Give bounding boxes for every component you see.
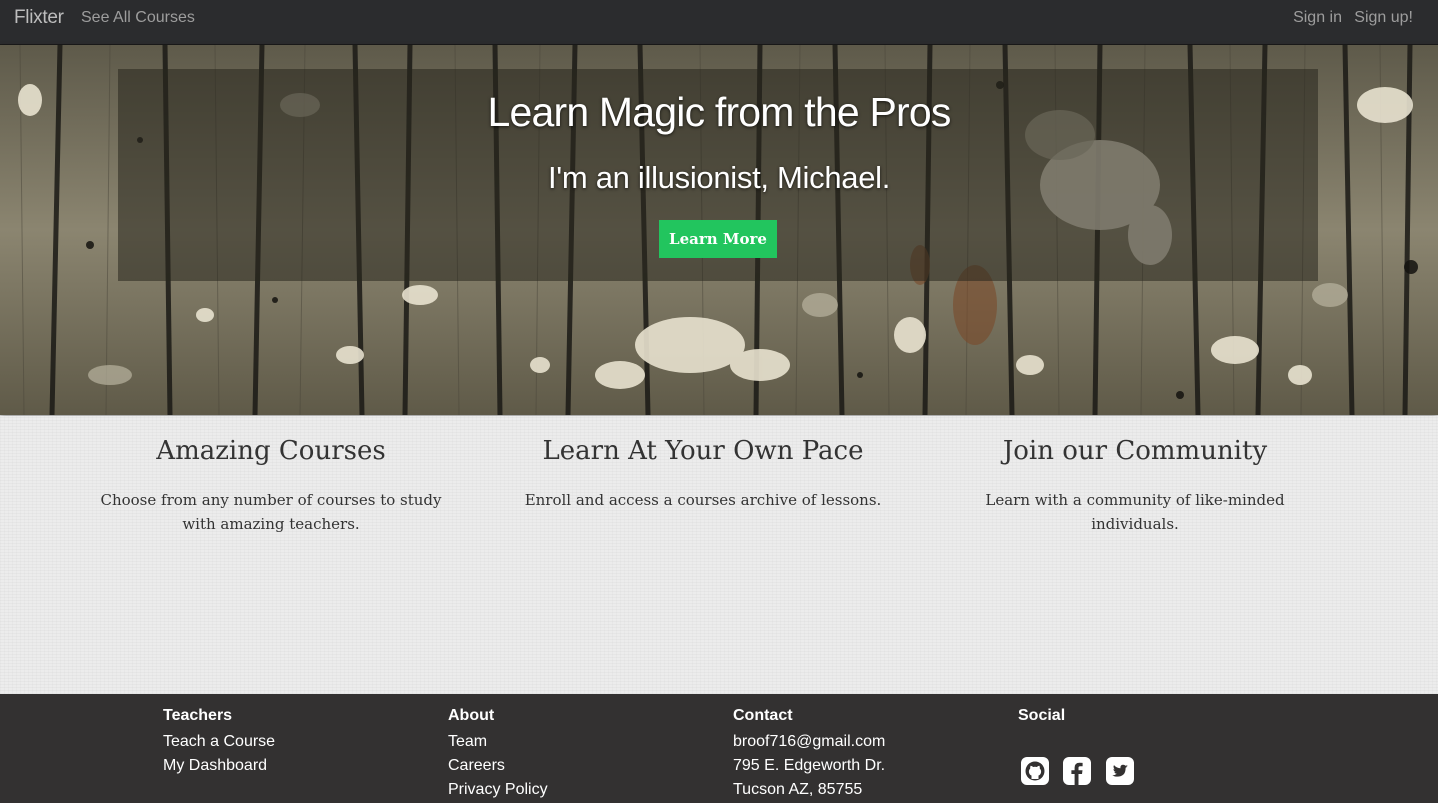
footer-link-team[interactable]: Team: [448, 730, 708, 754]
footer-teachers-column: Teachers Teach a Course My Dashboard: [163, 706, 423, 778]
footer-contact-column: Contact broof716@gmail.com 795 E. Edgewo…: [733, 706, 993, 802]
feature-amazing-courses: Amazing Courses Choose from any number o…: [91, 436, 451, 536]
brand-logo[interactable]: Flixter: [14, 7, 64, 29]
footer-link-my-dashboard[interactable]: My Dashboard: [163, 754, 423, 778]
footer-heading-about: About: [448, 707, 495, 724]
navbar: Flixter See All Courses Sign in Sign up!: [0, 0, 1438, 45]
footer-about-column: About Team Careers Privacy Policy: [448, 706, 708, 802]
github-icon[interactable]: [1020, 756, 1050, 786]
footer-heading-teachers: Teachers: [163, 707, 233, 724]
footer-address-line2: Tucson AZ, 85755: [733, 781, 863, 798]
feature-heading: Join our Community: [1002, 436, 1268, 466]
footer-link-privacy-policy[interactable]: Privacy Policy: [448, 778, 708, 802]
nav-see-all-courses[interactable]: See All Courses: [81, 9, 195, 27]
learn-more-button[interactable]: Learn More: [659, 220, 777, 258]
hero-title: Learn Magic from the Pros: [487, 89, 951, 135]
hero-subtitle: I'm an illusionist, Michael.: [547, 160, 891, 195]
feature-heading: Learn At Your Own Pace: [542, 436, 864, 466]
footer: Teachers Teach a Course My Dashboard Abo…: [0, 694, 1438, 803]
facebook-icon[interactable]: [1062, 756, 1092, 786]
nav-sign-up[interactable]: Sign up!: [1354, 9, 1413, 27]
footer-social-column: Social: [1018, 706, 1278, 785]
footer-link-careers[interactable]: Careers: [448, 754, 708, 778]
footer-heading-contact: Contact: [733, 707, 793, 724]
twitter-icon[interactable]: [1105, 756, 1135, 786]
footer-heading-social: Social: [1018, 707, 1066, 724]
hero-banner: Learn Magic from the Pros I'm an illusio…: [0, 45, 1438, 415]
feature-own-pace: Learn At Your Own Pace Enroll and access…: [523, 436, 883, 512]
footer-contact-email[interactable]: broof716@gmail.com: [733, 730, 993, 754]
feature-text: Learn with a community of like-minded in…: [985, 491, 1285, 533]
features-section: Amazing Courses Choose from any number o…: [0, 416, 1438, 694]
feature-text: Enroll and access a courses archive of l…: [524, 491, 882, 509]
footer-link-teach-a-course[interactable]: Teach a Course: [163, 730, 423, 754]
feature-text: Choose from any number of courses to stu…: [100, 491, 442, 533]
feature-heading: Amazing Courses: [156, 436, 386, 466]
feature-community: Join our Community Learn with a communit…: [955, 436, 1315, 536]
nav-sign-in[interactable]: Sign in: [1293, 9, 1342, 27]
footer-address-line1: 795 E. Edgeworth Dr.: [733, 757, 886, 774]
social-icons: [1020, 756, 1143, 791]
